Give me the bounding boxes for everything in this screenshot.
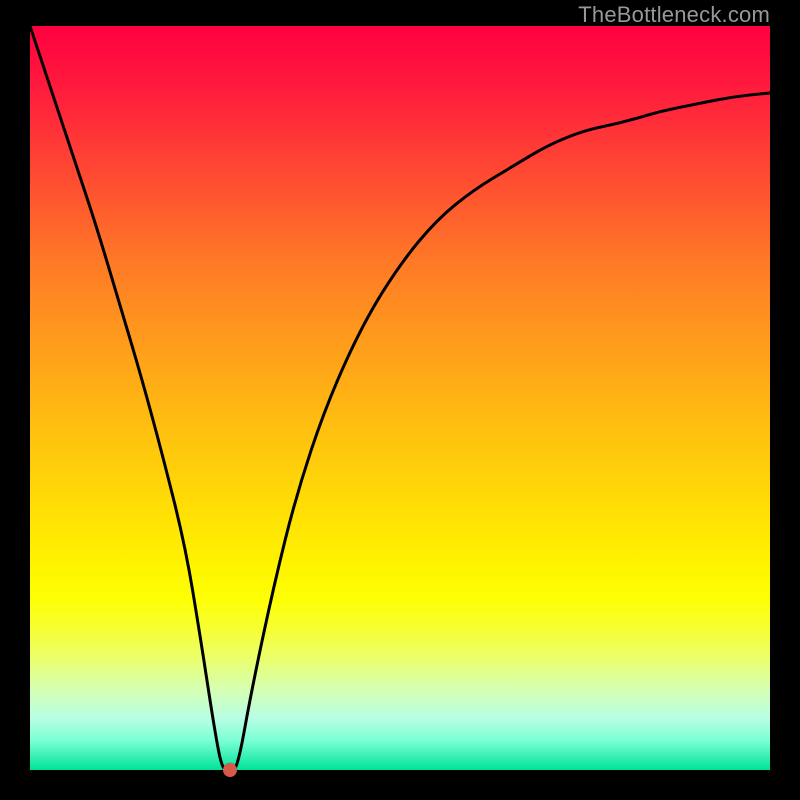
plot-area <box>30 26 770 770</box>
curve-svg <box>30 26 770 770</box>
valley-marker <box>223 763 237 777</box>
chart-stage: TheBottleneck.com <box>0 0 800 800</box>
curve-path <box>30 26 770 770</box>
watermark-text: TheBottleneck.com <box>578 2 770 28</box>
